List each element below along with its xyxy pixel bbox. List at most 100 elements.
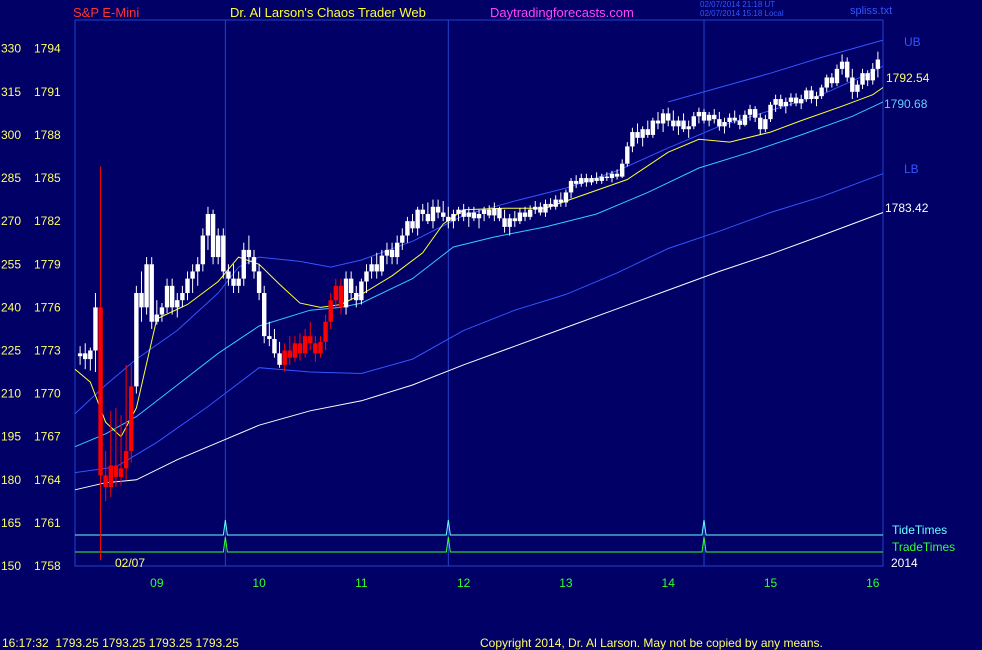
candle-body-57: [369, 264, 374, 272]
candle: [522, 206, 528, 222]
candle: [272, 328, 277, 358]
candle-body-91: [543, 203, 548, 213]
candle: [451, 209, 456, 229]
candle: [205, 206, 211, 250]
candle-body-71: [441, 212, 446, 217]
candle: [277, 341, 282, 368]
candle-body-104: [609, 173, 615, 179]
candle: [323, 314, 328, 351]
candle-body-76: [466, 212, 471, 217]
candle: [512, 211, 517, 227]
x-tick-09: 09: [150, 576, 164, 590]
candle-body-88: [527, 209, 533, 217]
candle: [850, 68, 855, 100]
candle-body-124: [712, 114, 717, 120]
candle: [640, 126, 645, 147]
candle: [635, 123, 640, 144]
y-tick-price-8: 1770: [34, 387, 61, 401]
candle-body-47: [318, 341, 323, 354]
candle-body-29: [226, 271, 231, 279]
candle-body-51: [338, 285, 344, 308]
candle: [758, 113, 763, 135]
candle: [676, 116, 681, 135]
candle: [328, 293, 333, 329]
candle-body-15: [154, 314, 160, 322]
candle-body-66: [415, 209, 420, 229]
candle-body-13: [144, 264, 149, 308]
candle-body-11: [134, 293, 139, 387]
candle-body-117: [676, 120, 681, 127]
candle-body-145: [819, 87, 824, 97]
candle-body-78: [476, 213, 482, 219]
candle-body-82: [497, 208, 502, 219]
candle: [645, 120, 650, 138]
candle-body-120: [691, 116, 696, 127]
candle-body-131: [747, 109, 753, 115]
candle: [185, 271, 190, 301]
candle: [819, 84, 824, 100]
tide-times-label: TideTimes: [892, 523, 948, 537]
y-tick-left-8: 210: [1, 387, 21, 401]
candle: [129, 364, 134, 463]
candle: [824, 74, 829, 92]
candle-body-0: [77, 353, 83, 357]
site-url-link[interactable]: Daytradingforecasts.com: [490, 6, 634, 20]
candle-body-40: [282, 350, 287, 365]
candle: [139, 271, 144, 322]
candle: [348, 271, 354, 301]
candle-body-48: [323, 321, 328, 342]
candle: [210, 209, 216, 265]
candle: [108, 410, 113, 498]
candle-body-139: [788, 97, 794, 102]
candle: [855, 80, 860, 98]
candle-body-150: [845, 61, 850, 78]
y-tick-left-11: 165: [1, 516, 21, 530]
candle-body-16: [159, 307, 165, 315]
candle: [563, 189, 569, 207]
y-tick-price-2: 1788: [34, 128, 61, 142]
candle-body-143: [809, 90, 814, 100]
candle: [502, 209, 507, 233]
candle: [625, 142, 630, 167]
candle: [343, 271, 349, 315]
candle-body-141: [798, 99, 804, 104]
x-tick-15: 15: [764, 576, 778, 590]
lower-band-label: LB: [904, 162, 919, 176]
candle-body-77: [471, 212, 477, 219]
candle: [215, 228, 221, 265]
candle-body-121: [696, 111, 702, 117]
candle-body-56: [364, 271, 369, 282]
candle-body-136: [773, 99, 778, 105]
footer-quote: 16:17:32 1793.25 1793.25 1793.25 1793.25: [2, 636, 239, 650]
candle: [374, 252, 379, 279]
candle-body-28: [221, 235, 226, 272]
candle-body-1: [83, 353, 88, 360]
candle-body-27: [215, 235, 221, 258]
candle-body-123: [706, 114, 712, 121]
candle: [236, 271, 241, 293]
candle: [763, 114, 768, 133]
candle-body-73: [451, 213, 456, 222]
year-label: 2014: [891, 556, 918, 570]
candle: [793, 93, 799, 107]
price-chart: 330 1794 315 1791 300 1788 285 1785 270 1782 255 17…: [1, 19, 884, 590]
candle: [798, 94, 804, 110]
candle: [103, 451, 108, 502]
candle: [435, 199, 441, 219]
candle-body-147: [829, 77, 835, 84]
candle-body-3: [93, 307, 98, 351]
upper-band-label: UB: [904, 35, 921, 49]
candle: [389, 242, 395, 265]
candle-body-135: [768, 104, 773, 120]
candle: [666, 107, 671, 127]
candle: [461, 203, 466, 222]
candle-body-93: [553, 199, 558, 207]
candle: [200, 228, 206, 272]
candle-body-46: [313, 343, 318, 354]
candle-body-74: [456, 209, 461, 214]
timestamp-ut: 02/07/2014 21:18 UT: [700, 0, 776, 9]
candle: [860, 68, 865, 89]
candle: [425, 202, 431, 225]
candle: [834, 64, 840, 87]
candle-body-140: [793, 97, 799, 104]
